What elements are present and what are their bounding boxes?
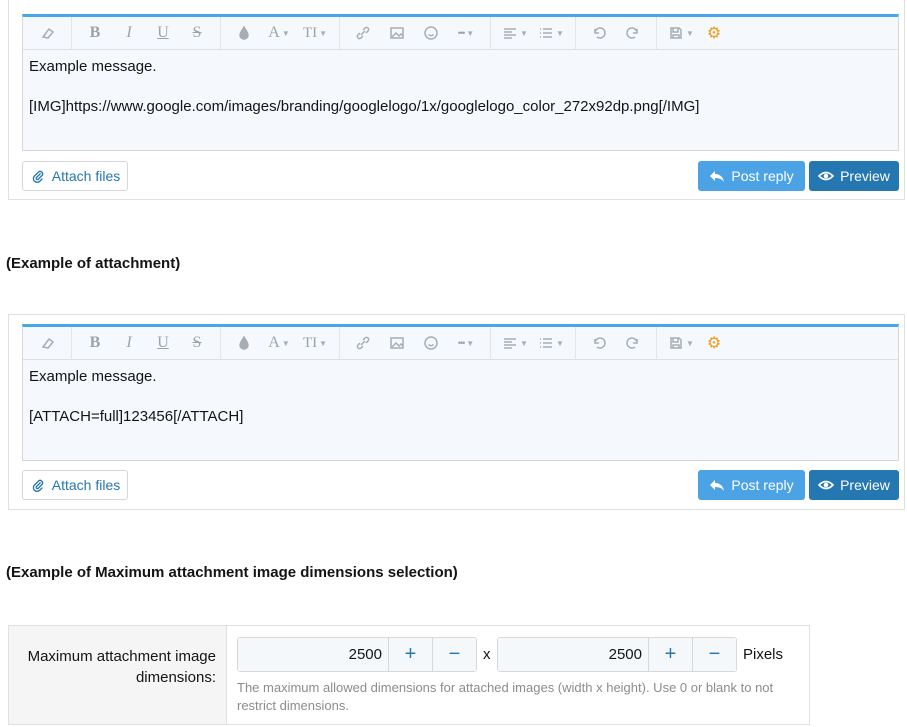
link-icon[interactable] xyxy=(346,17,380,50)
message-line: [IMG]https://www.google.com/images/brand… xyxy=(29,98,700,115)
list-icon[interactable]: ▼ xyxy=(533,327,569,360)
message-line: [ATTACH=full]123456[/ATTACH] xyxy=(29,408,244,425)
underline-button[interactable]: U xyxy=(146,17,180,50)
size-label: TI xyxy=(302,334,318,351)
editor-toolbar: B I U S A ▼ TI ▼ ••• ▼ ▼ ▼ ▼ ⚙ xyxy=(23,16,898,50)
bold-button[interactable]: B xyxy=(78,327,112,360)
smiley-icon[interactable] xyxy=(414,327,448,360)
align-icon[interactable]: ▼ xyxy=(497,327,533,360)
underline-button[interactable]: U xyxy=(146,327,180,360)
more-options-button[interactable]: ••• ▼ xyxy=(448,327,484,360)
color-drop-icon[interactable] xyxy=(227,17,261,50)
eraser-icon[interactable] xyxy=(31,327,65,360)
post-reply-button[interactable]: Post reply xyxy=(698,161,805,191)
height-stepper: + − xyxy=(497,637,737,672)
post-reply-button[interactable]: Post reply xyxy=(698,470,805,500)
dimension-separator: x xyxy=(483,646,491,663)
strikethrough-button[interactable]: S xyxy=(180,17,214,50)
link-icon[interactable] xyxy=(346,327,380,360)
save-draft-icon[interactable]: ▼ xyxy=(663,17,699,50)
editor-content[interactable]: Example message. [ATTACH=full]123456[/AT… xyxy=(23,360,898,427)
max-dimensions-option: Maximum attachment image dimensions: + −… xyxy=(8,625,810,725)
height-decrement-button[interactable]: − xyxy=(692,638,736,671)
eraser-icon[interactable] xyxy=(31,17,65,50)
paperclip-icon xyxy=(32,170,44,183)
bold-button[interactable]: B xyxy=(78,17,112,50)
image-icon[interactable] xyxy=(380,17,414,50)
more-label: ••• xyxy=(457,28,466,38)
editor-panel-1: B I U S A ▼ TI ▼ ••• ▼ ▼ ▼ ▼ ⚙ Example mess… xyxy=(8,0,905,200)
editor-panel-2: B I U S A ▼ TI ▼ ••• ▼ ▼ ▼ ▼ ⚙ Example mess… xyxy=(8,314,905,510)
font-size-button[interactable]: TI ▼ xyxy=(297,17,333,50)
editor-actions: Attach files Post reply Preview xyxy=(22,161,899,191)
eye-icon xyxy=(818,480,835,490)
paperclip-icon xyxy=(32,479,44,492)
attach-files-button[interactable]: Attach files xyxy=(22,470,128,500)
save-draft-icon[interactable]: ▼ xyxy=(663,327,699,360)
height-input[interactable] xyxy=(498,638,648,671)
redo-icon[interactable] xyxy=(616,17,650,50)
width-stepper: + − xyxy=(237,637,477,672)
strikethrough-button[interactable]: S xyxy=(180,327,214,360)
undo-icon[interactable] xyxy=(582,17,616,50)
attach-files-label: Attach files xyxy=(51,477,121,493)
font-label: A xyxy=(268,24,280,41)
undo-icon[interactable] xyxy=(582,327,616,360)
more-label: ••• xyxy=(457,338,466,348)
align-icon[interactable]: ▼ xyxy=(497,17,533,50)
more-options-button[interactable]: ••• ▼ xyxy=(448,17,484,50)
reply-icon xyxy=(710,171,725,182)
font-size-button[interactable]: TI ▼ xyxy=(297,327,333,360)
preview-button[interactable]: Preview xyxy=(809,161,899,191)
attachment-example-heading: (Example of attachment) xyxy=(6,255,181,272)
unit-label: Pixels xyxy=(743,646,784,663)
height-increment-button[interactable]: + xyxy=(648,638,692,671)
preview-label: Preview xyxy=(840,168,890,184)
editor-toolbar: B I U S A ▼ TI ▼ ••• ▼ ▼ ▼ ▼ ⚙ xyxy=(23,326,898,360)
eye-icon xyxy=(818,171,835,181)
image-icon[interactable] xyxy=(380,327,414,360)
width-increment-button[interactable]: + xyxy=(388,638,432,671)
rich-text-editor[interactable]: B I U S A ▼ TI ▼ ••• ▼ ▼ ▼ ▼ ⚙ Example mess… xyxy=(22,14,899,151)
list-icon[interactable]: ▼ xyxy=(533,17,569,50)
editor-content[interactable]: Example message. [IMG]https://www.google… xyxy=(23,50,898,117)
font-family-button[interactable]: A ▼ xyxy=(261,17,297,50)
option-label: Maximum attachment image dimensions: xyxy=(9,626,227,724)
dimensions-example-heading: (Example of Maximum attachment image dim… xyxy=(6,564,458,581)
redo-icon[interactable] xyxy=(616,327,650,360)
gear-icon[interactable]: ⚙ xyxy=(699,17,729,50)
italic-button[interactable]: I xyxy=(112,327,146,360)
width-input[interactable] xyxy=(238,638,388,671)
preview-label: Preview xyxy=(840,477,890,493)
width-decrement-button[interactable]: − xyxy=(432,638,476,671)
color-drop-icon[interactable] xyxy=(227,327,261,360)
message-line: Example message. xyxy=(29,58,157,75)
attach-files-label: Attach files xyxy=(51,168,121,184)
post-reply-label: Post reply xyxy=(731,168,794,184)
gear-icon[interactable]: ⚙ xyxy=(699,327,729,360)
option-hint: The maximum allowed dimensions for attac… xyxy=(237,680,774,713)
italic-button[interactable]: I xyxy=(112,17,146,50)
font-label: A xyxy=(268,334,280,351)
editor-actions: Attach files Post reply Preview xyxy=(22,470,899,500)
size-label: TI xyxy=(302,24,318,41)
reply-icon xyxy=(710,480,725,491)
preview-button[interactable]: Preview xyxy=(809,470,899,500)
font-family-button[interactable]: A ▼ xyxy=(261,327,297,360)
message-line: Example message. xyxy=(29,368,157,385)
attach-files-button[interactable]: Attach files xyxy=(22,161,128,191)
rich-text-editor[interactable]: B I U S A ▼ TI ▼ ••• ▼ ▼ ▼ ▼ ⚙ Example mess… xyxy=(22,324,899,461)
smiley-icon[interactable] xyxy=(414,17,448,50)
post-reply-label: Post reply xyxy=(731,477,794,493)
